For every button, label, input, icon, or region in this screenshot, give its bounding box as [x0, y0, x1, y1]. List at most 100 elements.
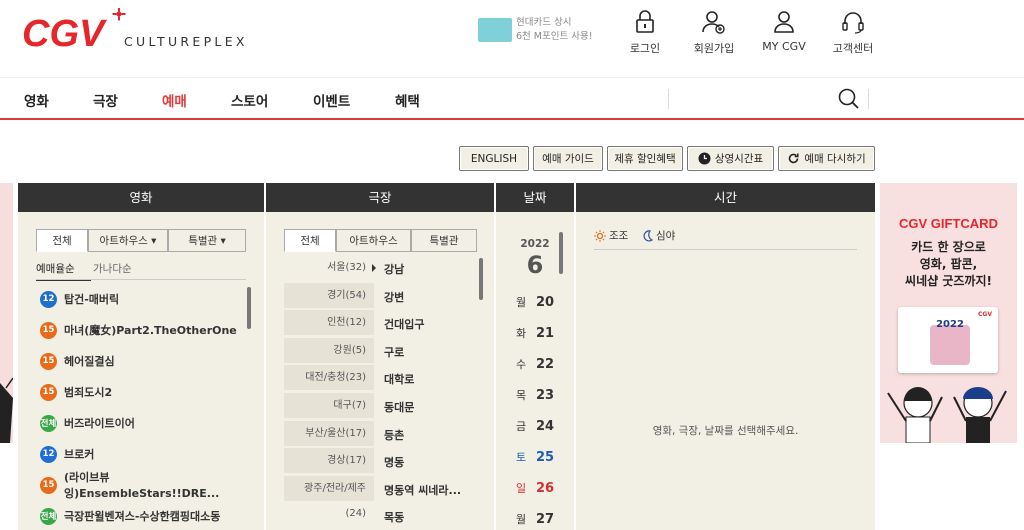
theater-tab-special[interactable]: 특별관 [411, 229, 477, 252]
theater-branch-item[interactable]: 등촌 [384, 427, 404, 443]
day-number: 23 [536, 387, 555, 403]
theater-branch-item[interactable]: 명동역 씨네라... [384, 482, 461, 498]
customer-center-link[interactable]: 고객센터 [818, 10, 888, 56]
svg-text:CGV: CGV [22, 13, 107, 52]
sort-by-rate[interactable]: 예매율순 [36, 261, 91, 281]
theater-branch-item[interactable]: 동대문 [384, 399, 414, 415]
date-item[interactable]: 수 22 [516, 354, 562, 374]
main-nav: 영화 극장 예매 스토어 이벤트 혜택 [0, 77, 1024, 120]
theater-tab-all[interactable]: 전체 [284, 229, 336, 252]
movie-title: 마녀(魔女)Part2.TheOtherOne [64, 324, 237, 337]
day-number: 24 [536, 418, 555, 434]
date-list-scrollbar[interactable] [559, 232, 563, 274]
date-item[interactable]: 토 25 [516, 447, 562, 467]
movie-title: (라이브뷰잉)EnsembleStars!!DRE... [64, 471, 220, 500]
movie-title: 버즈라이트이어 [64, 417, 135, 430]
left-side-banner[interactable] [0, 183, 14, 443]
banner-line2: 영화, 팝콘, [919, 257, 978, 271]
theater-branch-item[interactable]: 강변 [384, 289, 404, 305]
theater-branch-item[interactable]: 건대입구 [384, 316, 424, 332]
english-button[interactable]: ENGLISH [459, 146, 529, 171]
theater-list-scrollbar[interactable] [479, 258, 483, 300]
date-item[interactable]: 금 24 [516, 416, 562, 436]
mycgv-label: MY CGV [762, 40, 806, 53]
site-header: CGV CULTUREPLEX 현대카드 상시 6천 M포인트 사용! 로그인 … [0, 0, 1024, 77]
date-item[interactable]: 월 20 [516, 292, 562, 312]
banner-title: CGV GIFTCARD [899, 216, 998, 231]
nav-store[interactable]: 스토어 [231, 90, 268, 110]
movie-item[interactable]: 전체 버즈라이트이어 [40, 413, 135, 433]
theater-branch-item[interactable]: 강남 [384, 261, 404, 277]
nav-theater[interactable]: 극장 [93, 90, 118, 110]
mycgv-link[interactable]: MY CGV [749, 10, 819, 53]
date-item[interactable]: 월 27 [516, 509, 562, 529]
movie-item[interactable]: 15 헤어질결심 [40, 351, 115, 371]
region-item[interactable]: 서울(32) [284, 255, 374, 280]
movie-item[interactable]: 15 범죄도시2 [40, 382, 112, 402]
movie-tab-arthouse[interactable]: 아트하우스 ▾ [88, 229, 168, 252]
discount-button[interactable]: 제휴 할인혜택 [607, 146, 683, 171]
age-rating-badge: 12 [40, 445, 57, 463]
region-item[interactable]: 인천(12) [284, 310, 374, 336]
promo-banner[interactable]: 현대카드 상시 6천 M포인트 사용! [478, 16, 593, 46]
weekday: 토 [516, 451, 527, 464]
card-year: 2022 [936, 319, 964, 330]
movie-item[interactable]: 12 탑건-매버릭 [40, 289, 119, 309]
weekday: 화 [516, 327, 527, 340]
signup-link[interactable]: 회원가입 [679, 10, 749, 56]
region-item[interactable]: 경상(17) [284, 448, 374, 474]
movie-item[interactable]: 15 마녀(魔女)Part2.TheOtherOne [40, 320, 237, 340]
nav-benefit[interactable]: 혜택 [395, 90, 420, 110]
region-item[interactable]: 부산/울산(17) [284, 420, 374, 446]
movie-title: 범죄도시2 [64, 386, 113, 399]
guide-button[interactable]: 예매 가이드 [533, 146, 603, 171]
signup-label: 회원가입 [693, 42, 735, 55]
date-item[interactable]: 화 21 [516, 323, 562, 343]
theater-tab-arthouse[interactable]: 아트하우스 [336, 229, 411, 252]
age-rating-badge: 전체 [40, 507, 57, 525]
theater-branch-item[interactable]: 목동 [384, 509, 404, 525]
giftcard-banner[interactable]: CGV GIFTCARD 카드 한 장으로 영화, 팝콘, 씨네샵 굿즈까지! … [880, 183, 1017, 443]
region-item[interactable]: 광주/전라/제주(24) [284, 475, 374, 519]
banner-characters [887, 387, 1007, 443]
region-item[interactable]: 대구(7) [284, 393, 374, 418]
sort-by-name[interactable]: 가나다순 [93, 261, 132, 276]
date-item[interactable]: 일 26 [516, 478, 562, 498]
nav-ticketing[interactable]: 예매 [162, 90, 187, 110]
restart-button[interactable]: 예매 다시하기 [778, 146, 875, 171]
movie-tab-all[interactable]: 전체 [36, 229, 88, 252]
day-number: 27 [536, 511, 555, 527]
region-item[interactable]: 경기(54) [284, 282, 374, 308]
weekday: 월 [516, 296, 527, 309]
headset-icon [842, 12, 864, 34]
region-item[interactable]: 강원(5) [284, 337, 374, 363]
schedule-button[interactable]: 상영시간표 [687, 146, 774, 171]
date-column: 날짜 2022 6 월 20 화 21 수 22 목 23 금 24 토 25 일 26 월 27 [496, 183, 574, 530]
age-rating-badge: 15 [40, 352, 57, 370]
cgv-logo[interactable]: CGV [22, 7, 127, 55]
age-rating-badge: 15 [40, 383, 57, 401]
date-item[interactable]: 목 23 [516, 385, 562, 405]
night-legend: 심야 [642, 228, 675, 243]
movie-title: 극장판윌벤져스-수상한캠핑대소동 [64, 510, 221, 523]
theater-branch-item[interactable]: 구로 [384, 344, 404, 360]
age-rating-badge: 15 [40, 476, 57, 494]
promo-line1: 현대카드 상시 [516, 17, 572, 28]
nav-movie[interactable]: 영화 [24, 90, 49, 110]
movie-item[interactable]: 전체 극장판윌벤져스-수상한캠핑대소동 [40, 506, 220, 526]
login-link[interactable]: 로그인 [610, 10, 680, 56]
search-icon[interactable] [838, 88, 860, 110]
movie-item[interactable]: 12 브로커 [40, 444, 94, 464]
movie-tab-special[interactable]: 특별관 ▾ [168, 229, 246, 252]
movie-item[interactable]: 15 (라이브뷰잉)EnsembleStars!!DRE... [40, 471, 264, 500]
time-empty-message: 영화, 극장, 날짜를 선택해주세요. [652, 425, 799, 437]
theater-branch-item[interactable]: 명동 [384, 454, 404, 470]
date-column-header: 날짜 [496, 183, 574, 212]
movie-list-scrollbar[interactable] [247, 287, 251, 329]
theater-branch-item[interactable]: 대학로 [384, 371, 414, 387]
weekday: 목 [516, 389, 527, 402]
sun-icon [594, 229, 606, 242]
theater-column-header: 극장 [266, 183, 494, 212]
region-item[interactable]: 대전/충청(23) [284, 365, 374, 391]
nav-event[interactable]: 이벤트 [313, 90, 350, 110]
